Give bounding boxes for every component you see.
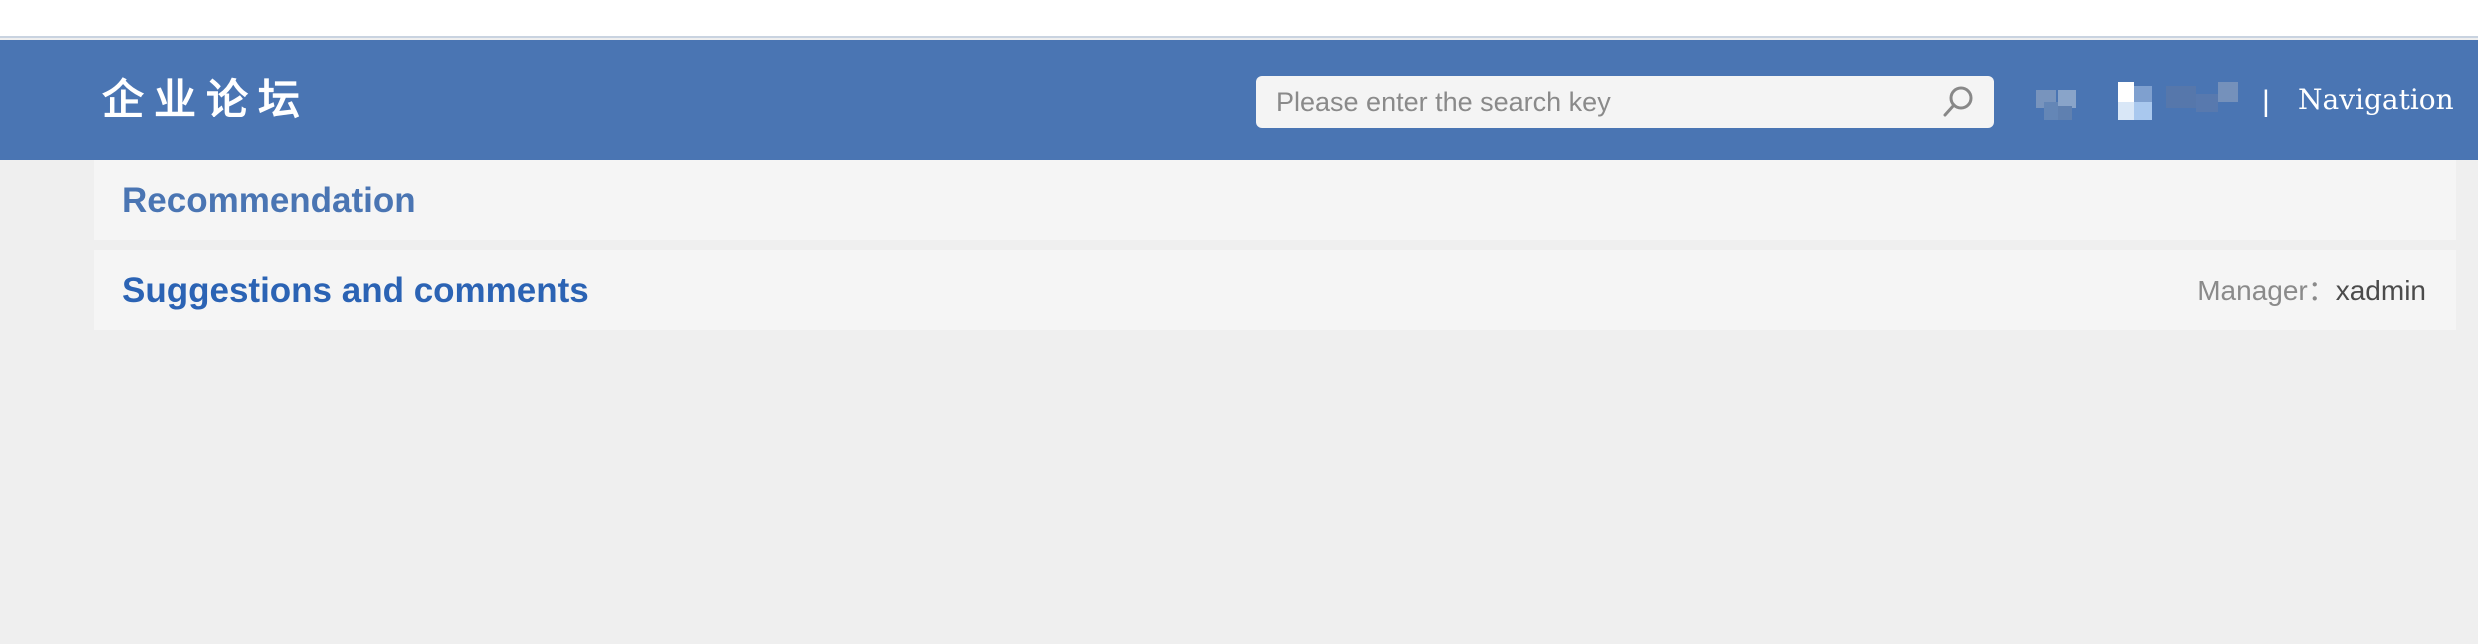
site-header: 企业论坛 | Navigation [0,40,2478,160]
site-logo[interactable]: 企业论坛 [102,74,310,126]
forum-row: Suggestions and comments Manager：xadmin [94,250,2456,330]
forum-manager: Manager：xadmin [2197,274,2426,308]
manager-name[interactable]: xadmin [2336,275,2426,306]
header-separator: | [2262,85,2270,118]
manager-label: Manager： [2197,275,2336,306]
user-avatar[interactable] [2036,82,2246,122]
navigation-link[interactable]: Navigation [2298,80,2454,120]
recommendation-title: Recommendation [122,181,416,220]
search-input[interactable] [1256,76,1916,128]
recommendation-section: Recommendation [94,160,2456,240]
search-icon[interactable] [1940,84,1976,120]
search-box [1256,76,1994,128]
forum-title-link[interactable]: Suggestions and comments [122,270,589,312]
browser-top-strip [0,0,2478,38]
